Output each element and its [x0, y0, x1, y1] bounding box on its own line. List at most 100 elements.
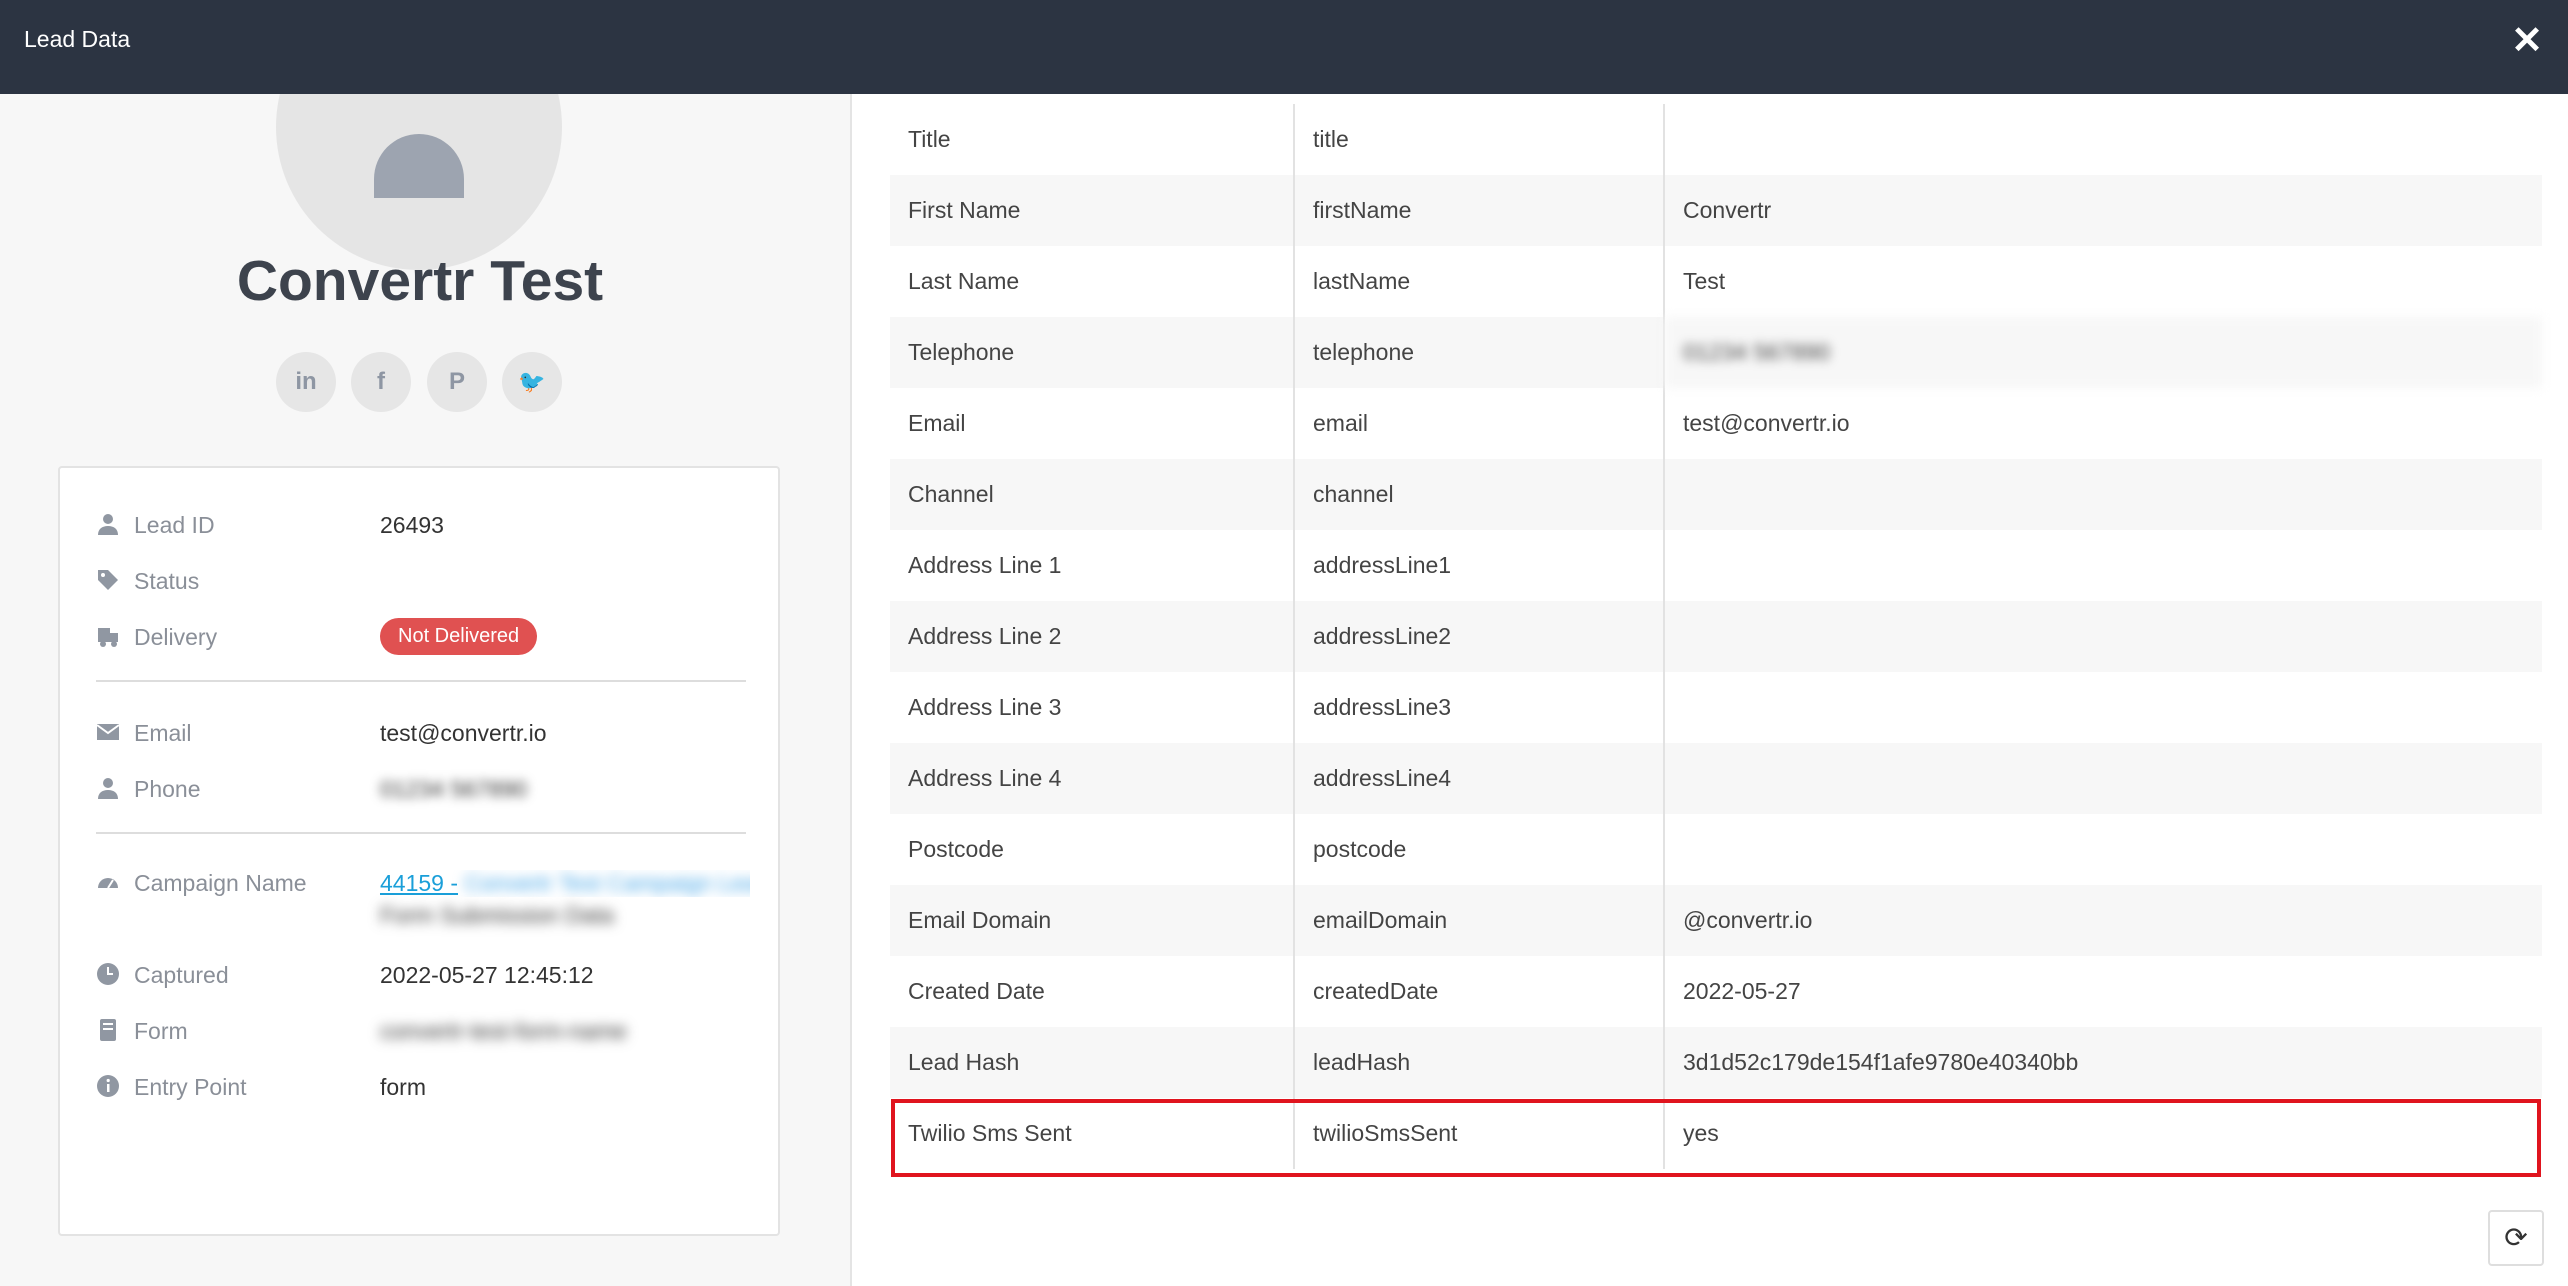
captured-label: Captured — [134, 962, 229, 988]
field-label: Last Name — [890, 246, 1295, 317]
field-label: Address Line 2 — [890, 601, 1295, 672]
status-badge: Not Delivered — [380, 618, 538, 655]
field-value: Test — [1664, 246, 2542, 317]
field-key: addressLine2 — [1294, 601, 1665, 672]
field-value — [1664, 814, 2542, 885]
campaign-name-text-line2: Form Submission Data — [380, 902, 614, 928]
refresh-button[interactable]: ⟳ — [2488, 1210, 2544, 1266]
delivery-label: Delivery — [134, 624, 218, 650]
field-label: Email — [890, 388, 1295, 459]
phone-label: Phone — [134, 776, 201, 802]
field-key: leadHash — [1294, 1027, 1665, 1098]
field-label: Title — [890, 104, 1295, 175]
table-row: Telephone telephone 01234 567890 — [890, 317, 2542, 388]
field-value: 2022-05-27 — [1664, 956, 2542, 1027]
pinterest-icon[interactable]: P — [427, 352, 487, 412]
field-value — [1664, 601, 2542, 672]
email-value: test@convertr.io — [380, 720, 547, 746]
table-row: Lead Hash leadHash 3d1d52c179de154f1afe978… — [890, 1027, 2542, 1098]
field-key: emailDomain — [1294, 885, 1665, 956]
tag-icon — [98, 570, 118, 590]
user-icon — [98, 514, 118, 535]
phone-row: Phone 01234 567890 — [96, 768, 746, 808]
lead-id-row: Lead ID 26493 — [96, 504, 746, 544]
table-row: Created Date createdDate 2022-05-27 — [890, 956, 2542, 1027]
table-row: Email email test@convertr.io — [890, 388, 2542, 459]
field-key: lastName — [1294, 246, 1665, 317]
field-value: 3d1d52c179de154f1afe9780e40340bb — [1664, 1027, 2542, 1098]
form-value[interactable]: convertr-test-form-name — [380, 1018, 627, 1045]
delivery-row: Delivery Not Delivered — [96, 616, 746, 656]
field-key: channel — [1294, 459, 1665, 530]
field-value: @convertr.io — [1664, 885, 2542, 956]
close-icon[interactable]: ✕ — [2506, 20, 2548, 62]
linkedin-icon[interactable]: in — [276, 352, 336, 412]
field-label: Telephone — [890, 317, 1295, 388]
gauge-icon — [98, 878, 118, 889]
captured-value: 2022-05-27 12:45:12 — [380, 962, 594, 988]
table-row: Address Line 4 addressLine4 — [890, 743, 2542, 814]
delivery-icon — [98, 628, 118, 647]
field-label: First Name — [890, 175, 1295, 246]
captured-row: Captured 2022-05-27 12:45:12 — [96, 954, 746, 994]
field-label: Email Domain — [890, 885, 1295, 956]
lead-id-value: 26493 — [380, 512, 444, 538]
divider — [96, 680, 746, 682]
field-key: telephone — [1294, 317, 1665, 388]
envelope-icon — [96, 724, 120, 740]
email-row: Email test@convertr.io — [96, 712, 746, 752]
campaign-link[interactable]: 44159 - — [380, 870, 458, 896]
twitter-icon[interactable]: 🐦 — [502, 352, 562, 412]
table-row: Address Line 1 addressLine1 — [890, 530, 2542, 601]
form-row: Form convertr-test-form-name — [96, 1010, 746, 1050]
field-key: postcode — [1294, 814, 1665, 885]
facebook-icon[interactable]: f — [351, 352, 411, 412]
phone-value: 01234 567890 — [380, 776, 528, 802]
status-label: Status — [134, 568, 200, 594]
form-label: Form — [134, 1018, 188, 1044]
table-row: First Name firstName Convertr — [890, 175, 2542, 246]
table-row: Channel channel — [890, 459, 2542, 530]
divider — [96, 832, 746, 834]
form-icon — [100, 1019, 116, 1041]
entry-point-value: form — [380, 1074, 426, 1100]
table-row: Email Domain emailDomain @convertr.io — [890, 885, 2542, 956]
field-value — [1664, 743, 2542, 814]
campaign-label: Campaign Name — [134, 870, 307, 896]
field-value — [1664, 530, 2542, 601]
info-icon — [97, 1075, 119, 1097]
field-value: yes — [1664, 1098, 2542, 1169]
entry-point-label: Entry Point — [134, 1074, 247, 1100]
field-label: Created Date — [890, 956, 1295, 1027]
modal-title: Lead Data — [24, 26, 131, 52]
field-value: 01234 567890 — [1664, 317, 2542, 388]
table-row: Last Name lastName Test — [890, 246, 2542, 317]
campaign-name-text: Convertr Test Campaign Lead Generation — [464, 870, 750, 896]
table-row: Address Line 2 addressLine2 — [890, 601, 2542, 672]
status-row: Status — [96, 560, 746, 600]
field-label: Address Line 1 — [890, 530, 1295, 601]
field-value — [1664, 459, 2542, 530]
field-value — [1664, 104, 2542, 175]
field-label: Address Line 3 — [890, 672, 1295, 743]
field-label: Channel — [890, 459, 1295, 530]
lead-profile-panel: Convertr Test in f P 🐦 Lead ID 26493 Sta… — [0, 94, 852, 1286]
table-row: Address Line 3 addressLine3 — [890, 672, 2542, 743]
field-value — [1664, 672, 2542, 743]
field-value: Convertr — [1664, 175, 2542, 246]
user-silhouette-icon — [374, 134, 464, 198]
table-row: Postcode postcode — [890, 814, 2542, 885]
lead-name: Convertr Test — [236, 249, 604, 313]
email-label: Email — [134, 720, 192, 746]
lead-details-card: Lead ID 26493 Status Delivery Not Delive… — [58, 466, 780, 1236]
avatar — [276, 94, 562, 270]
entry-point-row: Entry Point form — [96, 1066, 746, 1106]
clock-icon — [97, 963, 119, 985]
user-icon — [98, 778, 118, 799]
field-label: Twilio Sms Sent — [890, 1098, 1295, 1169]
field-key: createdDate — [1294, 956, 1665, 1027]
table-row: Title title — [890, 104, 2542, 175]
field-key: firstName — [1294, 175, 1665, 246]
field-key: addressLine4 — [1294, 743, 1665, 814]
campaign-value[interactable]: 44159 - Convertr Test Campaign Lead Gene… — [380, 870, 750, 897]
